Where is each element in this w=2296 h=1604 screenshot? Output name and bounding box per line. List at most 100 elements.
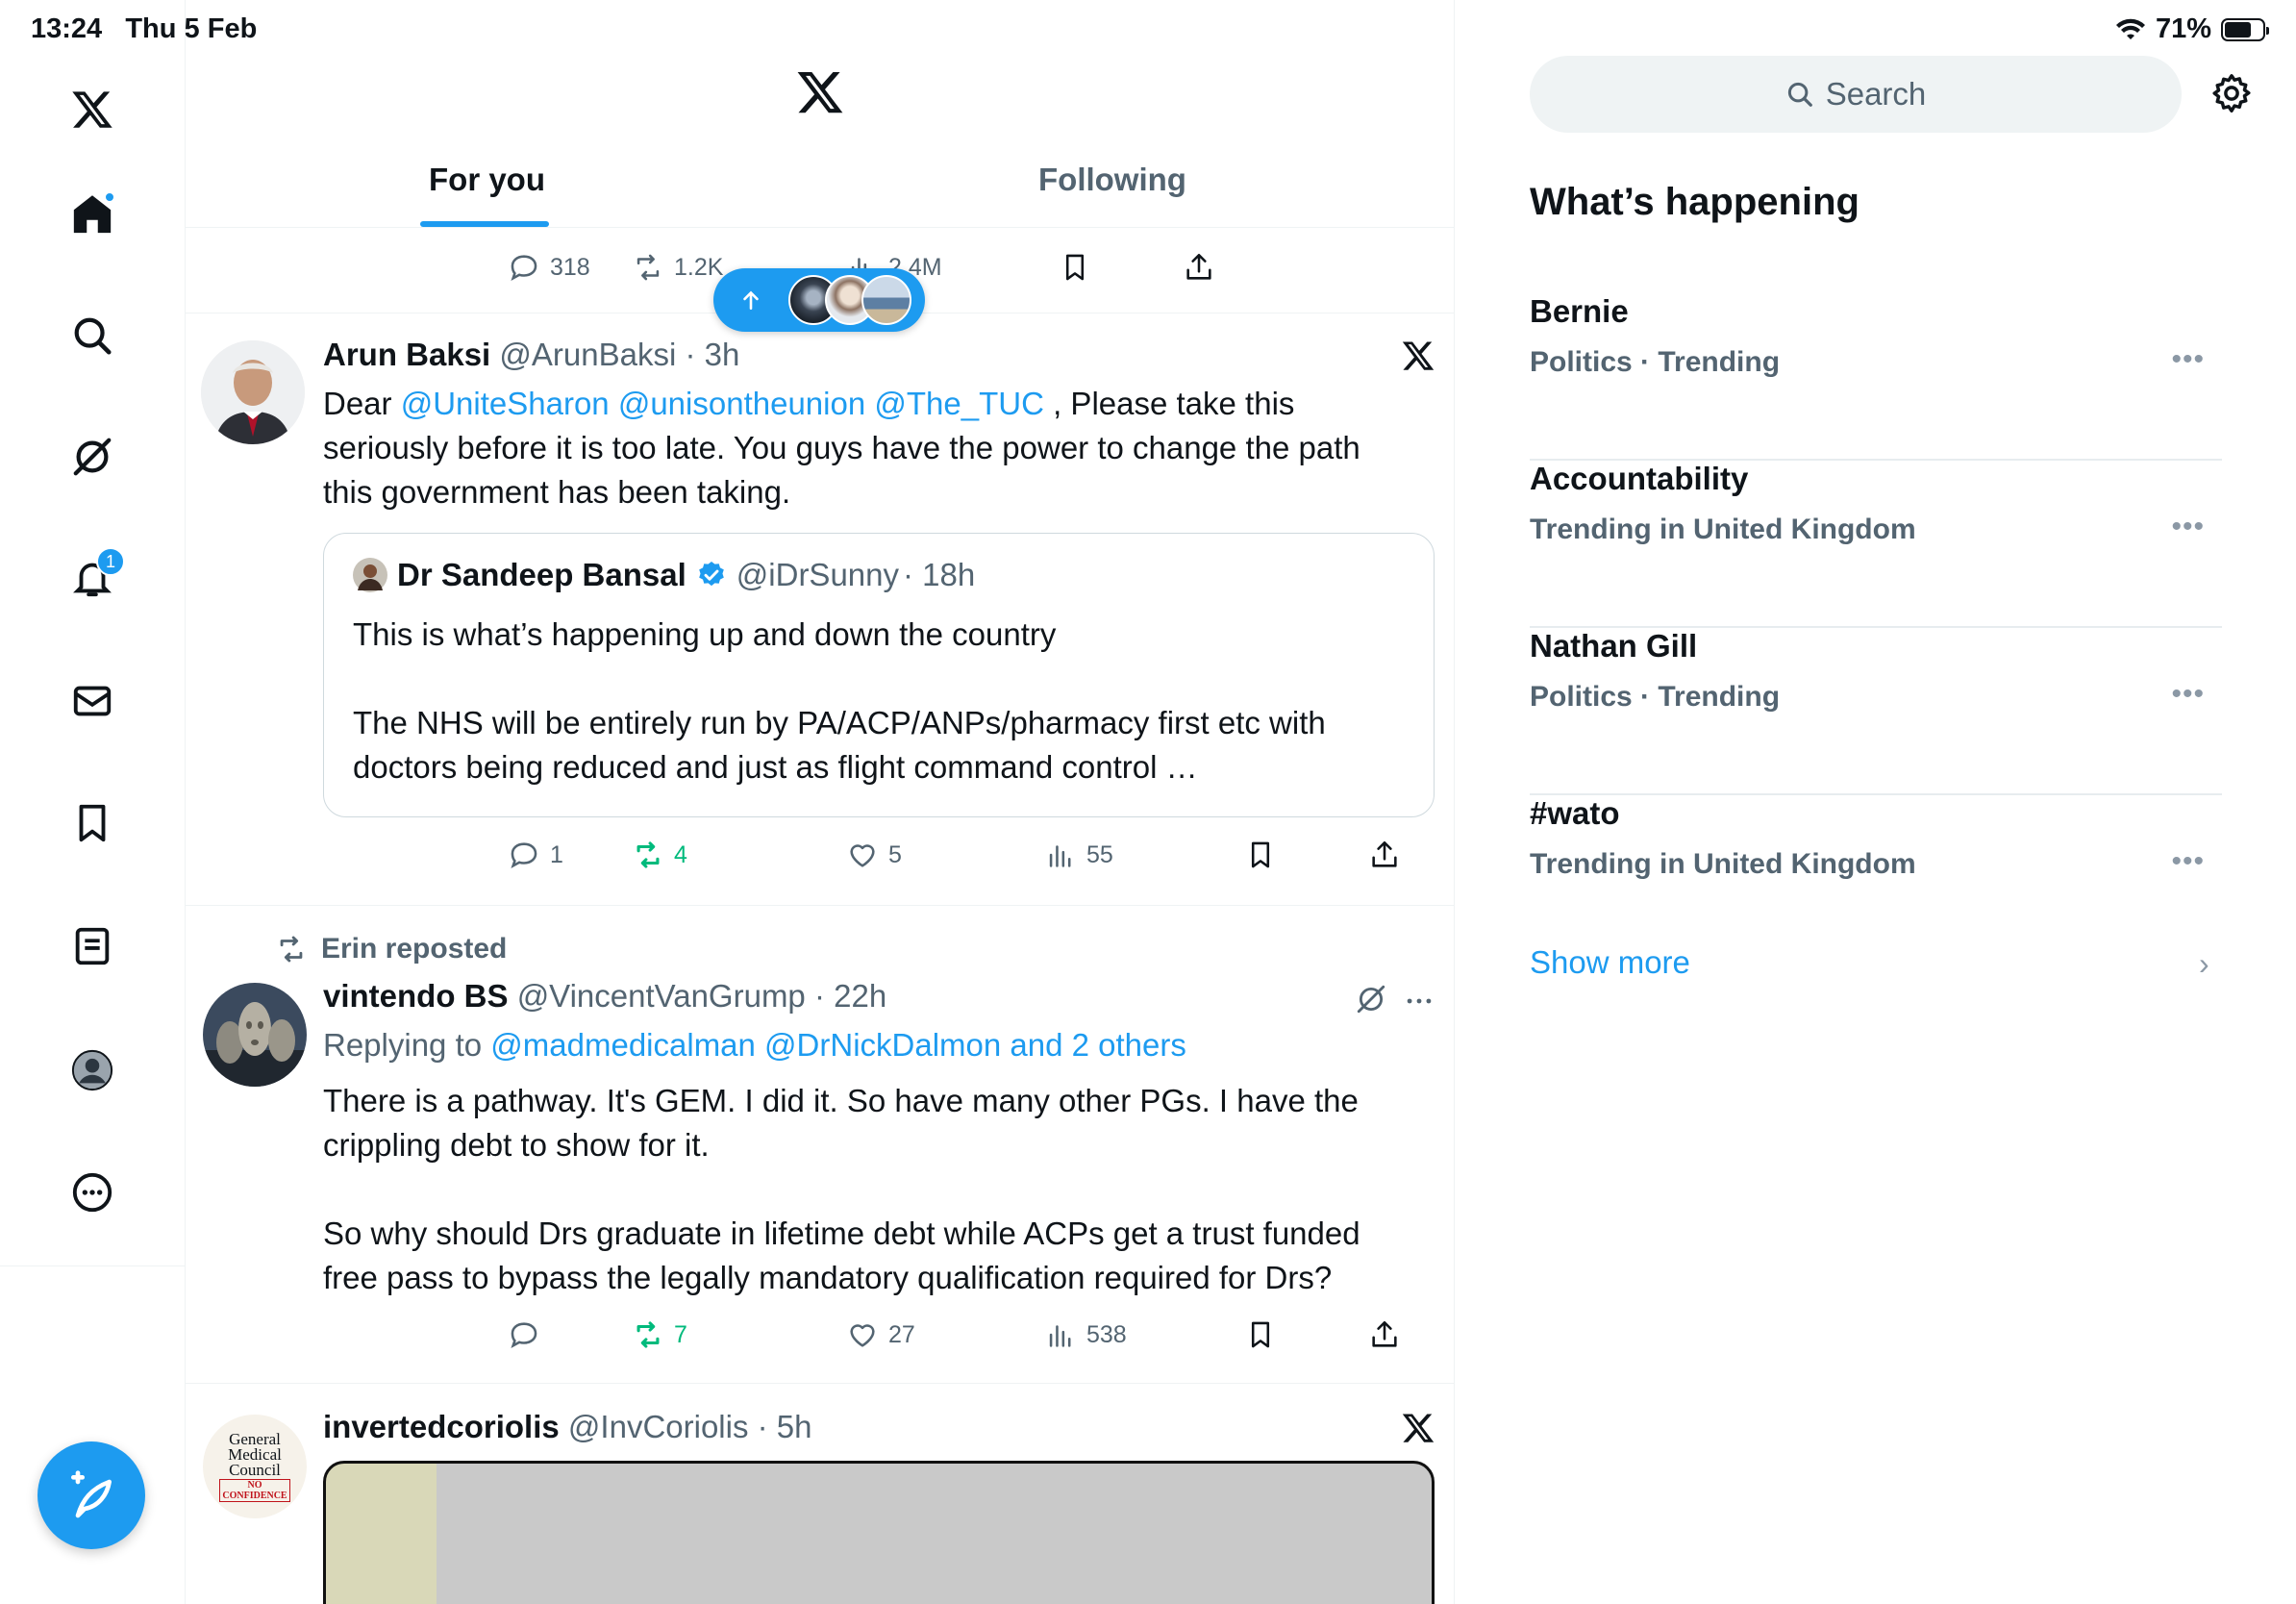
avatar-stone-faces bbox=[203, 983, 307, 1087]
main-timeline: For you Following 318 1.2K 2.4M Arun Bak… bbox=[186, 0, 1455, 1604]
x-logo-icon[interactable] bbox=[62, 79, 123, 140]
author-name[interactable]: vintendo BS bbox=[323, 978, 509, 1014]
trend-name: Bernie bbox=[1530, 293, 1629, 329]
trend-meta: Politics · Trending bbox=[1530, 346, 1781, 378]
x-source-icon bbox=[1402, 1414, 1435, 1442]
replying-to-mentions[interactable]: @madmedicalman @DrNickDalmon and 2 other… bbox=[490, 1027, 1186, 1063]
profile-avatar-icon[interactable] bbox=[62, 1040, 123, 1101]
reply-button[interactable] bbox=[508, 1318, 540, 1351]
tweet-text: Dear @UniteSharon @unisontheunion @The_T… bbox=[323, 382, 1410, 514]
verified-badge-icon bbox=[698, 562, 724, 587]
bookmarks-icon[interactable] bbox=[62, 792, 123, 854]
grok-icon[interactable] bbox=[62, 426, 123, 488]
avatar[interactable] bbox=[203, 983, 307, 1087]
views-button[interactable]: 55 bbox=[1044, 839, 1113, 871]
compose-icon bbox=[71, 1470, 112, 1518]
views-button[interactable]: 538 bbox=[1044, 1318, 1127, 1351]
reply-icon bbox=[511, 842, 537, 868]
avatar-text: CONFIDENCE bbox=[222, 1490, 287, 1501]
tweet-text: There is a pathway. It's GEM. I did it. … bbox=[323, 1079, 1410, 1300]
reply-count: 1 bbox=[550, 840, 563, 868]
active-tab-indicator bbox=[420, 221, 549, 227]
search-placeholder: Search bbox=[1825, 76, 1927, 112]
quote-avatar[interactable] bbox=[353, 558, 387, 592]
views-icon bbox=[1049, 1325, 1071, 1347]
search-input[interactable]: Search bbox=[1530, 56, 2182, 133]
author-handle[interactable]: @InvCoriolis bbox=[568, 1409, 749, 1444]
messages-icon[interactable] bbox=[62, 670, 123, 732]
tweet-media-image[interactable] bbox=[323, 1461, 1435, 1604]
like-count: 5 bbox=[888, 840, 902, 868]
avatar[interactable]: General Medical Council NO CONFIDENCE bbox=[203, 1415, 307, 1518]
trend-item[interactable]: Bernie Politics · Trending ••• bbox=[1530, 293, 2222, 461]
compose-post-button[interactable] bbox=[37, 1441, 145, 1549]
author-name[interactable]: Arun Baksi bbox=[323, 337, 490, 372]
trend-more-options-icon[interactable]: ••• bbox=[2171, 511, 2205, 543]
share-button[interactable] bbox=[1183, 251, 1215, 284]
quote-text: This is what’s happening up and down the… bbox=[353, 613, 1410, 789]
repost-icon bbox=[636, 254, 660, 281]
tweet-time[interactable]: · 3h bbox=[685, 337, 739, 372]
trend-item[interactable]: #wato Trending in United Kingdom ••• bbox=[1530, 795, 2222, 920]
settings-gear-icon[interactable] bbox=[2209, 71, 2254, 115]
timeline-tabs: For you Following bbox=[186, 144, 1454, 228]
tweet-actions: 1 4 5 55 bbox=[323, 836, 1397, 874]
tweet-invertedcoriolis[interactable]: General Medical Council NO CONFIDENCE in… bbox=[186, 1384, 1454, 1604]
mention-link[interactable]: @The_TUC bbox=[874, 386, 1044, 421]
tab-following[interactable]: Following bbox=[1038, 162, 1186, 198]
more-options-icon[interactable] bbox=[1403, 985, 1435, 1017]
search-icon[interactable] bbox=[62, 305, 123, 366]
author-handle[interactable]: @VincentVanGrump bbox=[517, 978, 806, 1014]
tweet-time[interactable]: · 22h bbox=[814, 978, 886, 1014]
like-button[interactable]: 27 bbox=[846, 1318, 915, 1351]
share-button[interactable] bbox=[1368, 1318, 1401, 1351]
grok-icon[interactable] bbox=[1355, 983, 1387, 1015]
repost-icon bbox=[280, 936, 303, 963]
tab-for-you[interactable]: For you bbox=[429, 162, 545, 198]
trend-more-options-icon[interactable]: ••• bbox=[2171, 343, 2205, 376]
repost-button[interactable]: 7 bbox=[632, 1318, 687, 1351]
reply-button[interactable]: 318 bbox=[508, 251, 590, 284]
bookmark-button[interactable] bbox=[1244, 839, 1277, 871]
share-icon bbox=[1186, 253, 1211, 280]
repost-icon bbox=[636, 841, 660, 868]
arrow-up-icon bbox=[743, 290, 759, 310]
tweet-time[interactable]: · 5h bbox=[758, 1409, 812, 1444]
repost-button[interactable]: 1.2K bbox=[632, 251, 723, 284]
trend-item[interactable]: Nathan Gill Politics · Trending ••• bbox=[1530, 628, 2222, 795]
lists-icon[interactable] bbox=[62, 915, 123, 977]
reply-button[interactable]: 1 bbox=[508, 839, 563, 871]
reply-icon bbox=[511, 1322, 537, 1348]
more-options-icon[interactable] bbox=[62, 1162, 123, 1223]
mention-link[interactable]: @unisontheunion bbox=[618, 386, 865, 421]
tweet-arun-baksi[interactable]: Arun Baksi @ArunBaksi · 3h Dear @UniteSh… bbox=[186, 313, 1454, 904]
quoted-tweet[interactable]: Dr Sandeep Bansal @iDrSunny · 18h This is… bbox=[323, 533, 1435, 817]
mention-link[interactable]: @UniteSharon bbox=[401, 386, 610, 421]
like-button[interactable]: 5 bbox=[846, 839, 902, 871]
views-count: 538 bbox=[1086, 1320, 1127, 1348]
avatar[interactable] bbox=[201, 340, 305, 444]
trend-item[interactable]: Accountability Trending in United Kingdo… bbox=[1530, 461, 2222, 628]
bookmark-button[interactable] bbox=[1059, 251, 1091, 284]
reposted-by-label[interactable]: Erin reposted bbox=[321, 933, 507, 965]
chevron-right-icon[interactable]: › bbox=[2199, 946, 2209, 982]
replying-prefix: Replying to bbox=[323, 1027, 483, 1063]
trend-more-options-icon[interactable]: ••• bbox=[2171, 845, 2205, 878]
tweet-header: invertedcoriolis @InvCoriolis · 5h bbox=[323, 1409, 812, 1445]
x-logo-icon[interactable] bbox=[795, 67, 845, 117]
trend-more-options-icon[interactable]: ••• bbox=[2171, 678, 2205, 711]
bookmark-button[interactable] bbox=[1244, 1318, 1277, 1351]
right-sidebar: Search What’s happening Bernie Politics … bbox=[1455, 0, 2296, 1604]
share-button[interactable] bbox=[1368, 839, 1401, 871]
show-more-link[interactable]: Show more bbox=[1530, 944, 1690, 981]
home-icon[interactable] bbox=[62, 184, 123, 245]
tweet-header: Arun Baksi @ArunBaksi · 3h bbox=[323, 337, 739, 373]
author-handle[interactable]: @ArunBaksi bbox=[499, 337, 676, 372]
tweet-vintendo-bs[interactable]: Erin reposted vintendo BS @VincentVanGru… bbox=[186, 906, 1454, 1382]
heart-icon bbox=[850, 844, 875, 867]
notifications-icon[interactable]: 1 bbox=[62, 547, 125, 609]
author-name[interactable]: invertedcoriolis bbox=[323, 1409, 560, 1444]
tweet-paragraph: So why should Drs graduate in lifetime d… bbox=[323, 1216, 1360, 1295]
repost-button[interactable]: 4 bbox=[632, 839, 687, 871]
tweet-header: vintendo BS @VincentVanGrump · 22h bbox=[323, 978, 886, 1015]
